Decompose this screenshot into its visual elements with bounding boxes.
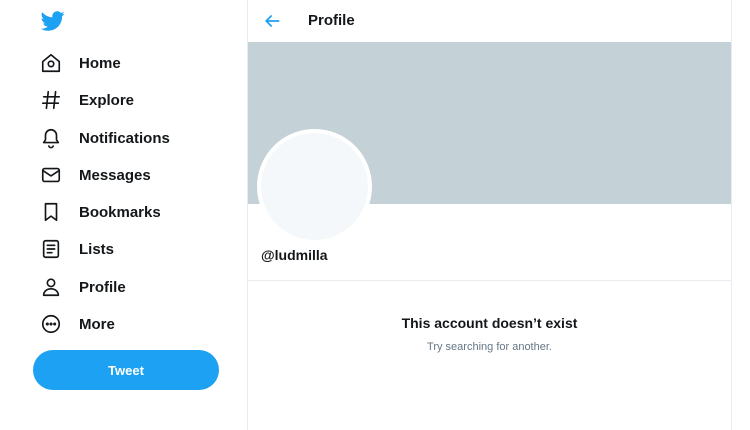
sidebar: Home Explore Notifications Messages Book… (0, 0, 247, 430)
hashtag-icon (38, 87, 64, 113)
nav-item-messages[interactable]: Messages (38, 160, 151, 190)
nav-item-explore[interactable]: Explore (38, 85, 134, 115)
nav-label-more: More (79, 315, 115, 333)
home-icon (38, 50, 64, 76)
nav-label-home: Home (79, 54, 121, 72)
tweet-button[interactable]: Tweet (33, 350, 219, 390)
profile-handle: @ludmilla (261, 247, 328, 263)
nav-label-notifications: Notifications (79, 129, 170, 147)
nav-label-bookmarks: Bookmarks (79, 203, 161, 221)
nav-item-more[interactable]: More (38, 309, 115, 339)
nav-item-profile[interactable]: Profile (38, 272, 126, 302)
bookmark-icon (38, 199, 64, 225)
twitter-bird-icon[interactable] (40, 9, 66, 33)
profile-column: Profile @ludmilla This account doesn’t e… (247, 0, 732, 430)
empty-state-subtitle: Try searching for another. (427, 341, 552, 353)
avatar (257, 129, 372, 244)
back-arrow-icon[interactable] (262, 11, 282, 31)
nav-label-lists: Lists (79, 240, 115, 258)
bell-icon (38, 125, 64, 151)
nav-item-bookmarks[interactable]: Bookmarks (38, 197, 161, 227)
envelope-icon (38, 162, 64, 188)
nav-label-profile: Profile (79, 278, 126, 296)
nav-label-explore: Explore (79, 91, 135, 109)
list-icon (38, 236, 64, 262)
person-icon (38, 274, 64, 300)
more-circle-icon (38, 311, 64, 337)
nav-item-notifications[interactable]: Notifications (38, 123, 170, 153)
profile-header: Profile (248, 0, 731, 42)
page-title: Profile (308, 12, 355, 29)
divider (248, 280, 731, 281)
nav-item-home[interactable]: Home (38, 48, 121, 78)
nav-label-messages: Messages (79, 166, 151, 184)
nav-item-lists[interactable]: Lists (38, 234, 114, 264)
empty-state-title: This account doesn’t exist (401, 315, 578, 331)
